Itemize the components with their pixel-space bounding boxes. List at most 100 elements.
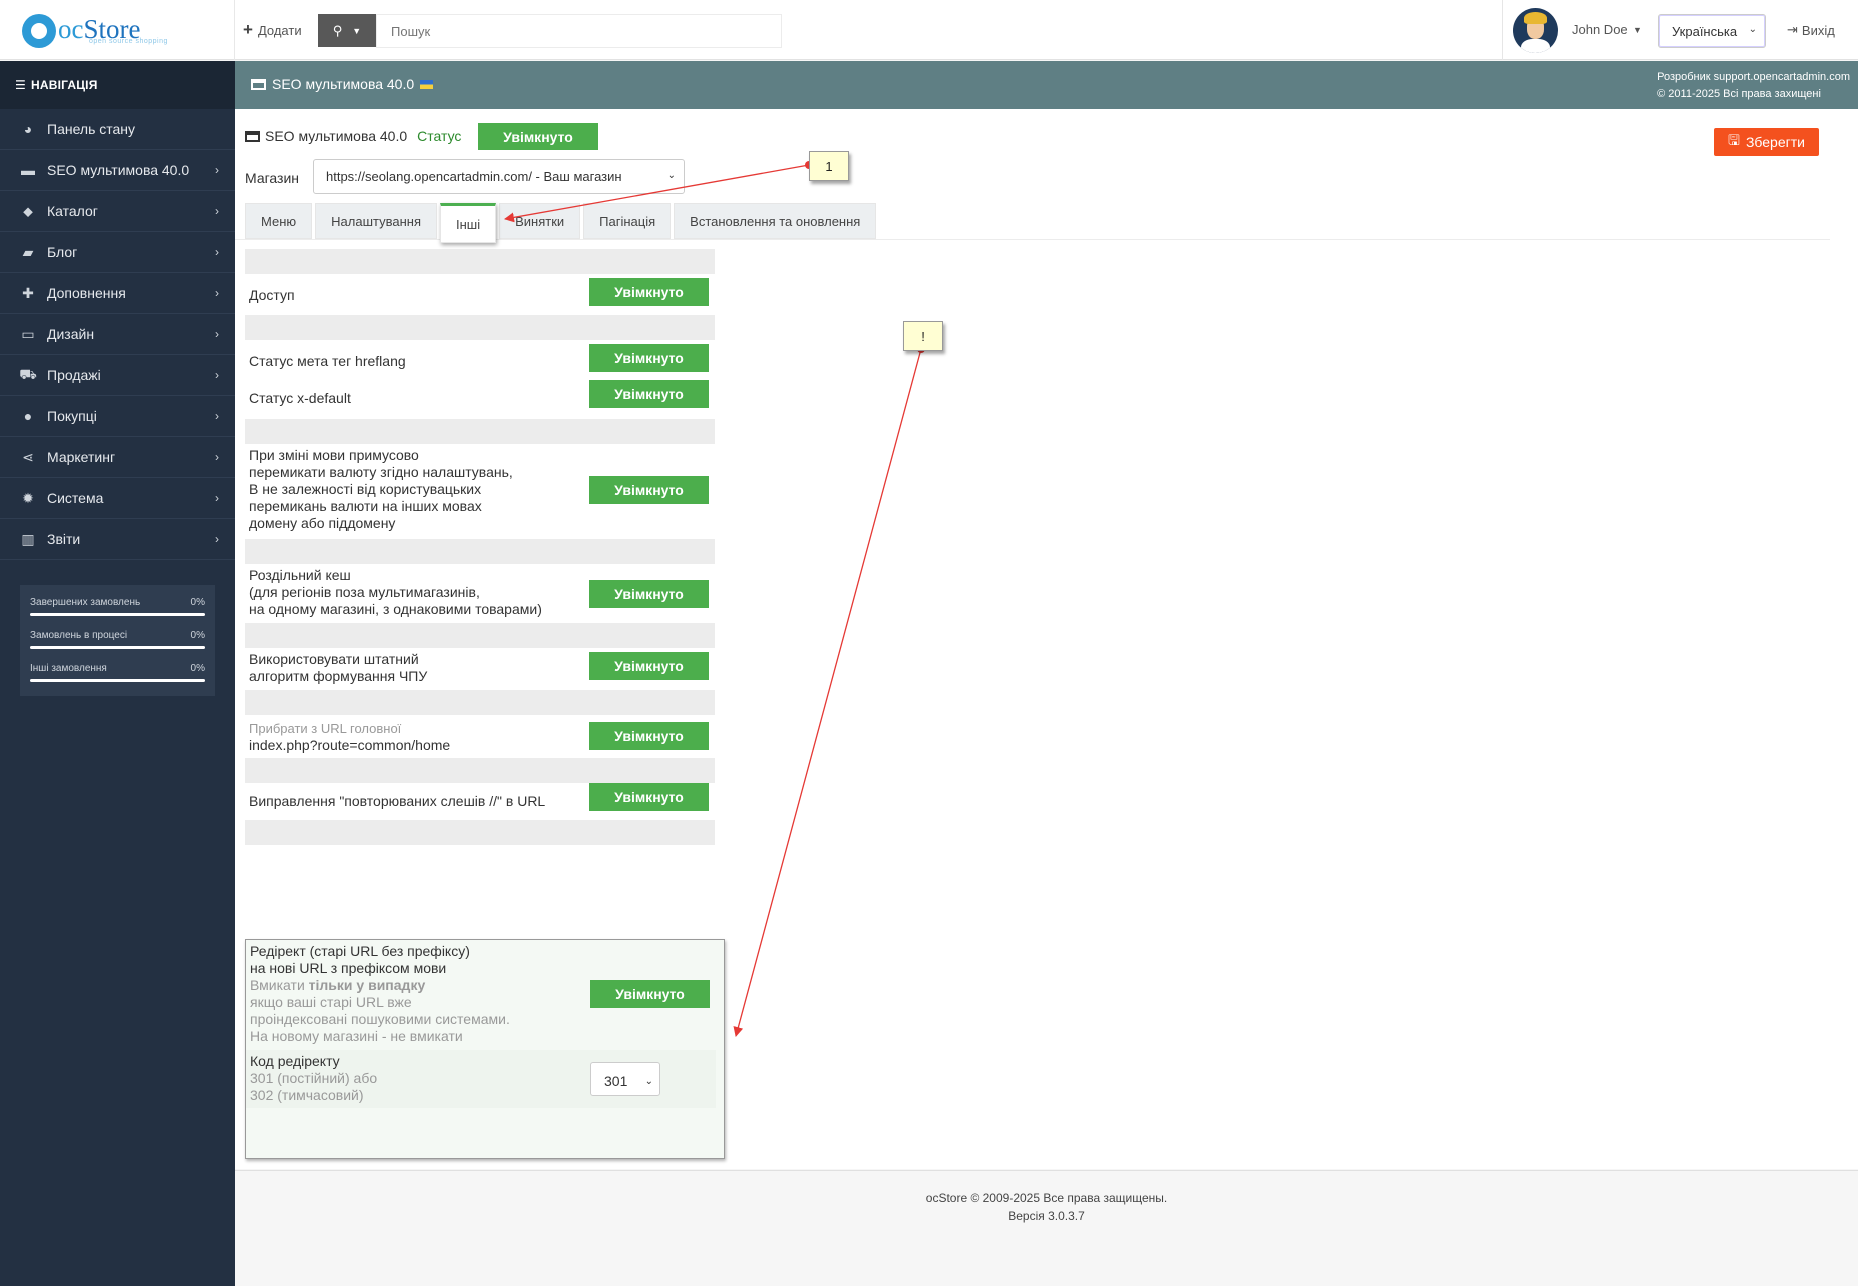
setting-label: домену або піддомену <box>249 515 396 531</box>
nav-header[interactable]: ☰ НАВІГАЦІЯ <box>0 61 235 109</box>
save-label: Зберегти <box>1745 134 1805 150</box>
logo[interactable]: ocStore open source shopping <box>0 0 235 60</box>
redirect-code-select[interactable]: 301 ⌄ <box>590 1062 660 1096</box>
seo-url-toggle[interactable]: Увімкнуто <box>589 652 709 680</box>
tab-other[interactable]: Інші <box>440 203 497 243</box>
home-route-toggle[interactable]: Увімкнуто <box>589 722 709 750</box>
sidebar-item-4[interactable]: ✚ Доповнення › <box>0 273 235 314</box>
add-button-label: Додати <box>257 22 302 38</box>
progress-bar <box>30 613 205 616</box>
setting-cache: Роздільний кеш (для регіонів поза мульти… <box>245 564 715 623</box>
chevron-right-icon: › <box>215 204 219 218</box>
sidebar-item-label: Маркетинг <box>47 449 116 465</box>
sidebar-item-label: Панель стану <box>47 121 136 137</box>
chevron-right-icon: › <box>215 409 219 423</box>
setting-label: перемикань валюти на інших мовах <box>249 498 482 514</box>
tab-install[interactable]: Встановлення та оновлення <box>674 203 877 239</box>
setting-xdefault: Статус x-default Увімкнуто <box>245 379 715 419</box>
sidebar-item-2[interactable]: ⬥ Каталог › <box>0 191 235 232</box>
cache-toggle[interactable]: Увімкнуто <box>589 580 709 608</box>
module-status-toggle[interactable]: Увімкнуто <box>478 123 598 150</box>
footer-version: Версія 3.0.3.7 <box>1008 1209 1085 1223</box>
language-select[interactable]: Українська ⌄ <box>1658 14 1766 48</box>
caret-down-icon: ▼ <box>352 25 362 36</box>
chevron-right-icon: › <box>215 245 219 259</box>
store-select[interactable]: https://seolang.opencartadmin.com/ - Ваш… <box>313 159 685 194</box>
xdefault-toggle[interactable]: Увімкнуто <box>589 380 709 408</box>
search-filter-button[interactable]: ⚲ ▼ <box>318 14 376 47</box>
sidebar-item-9[interactable]: ✹ Система › <box>0 478 235 519</box>
stat-label: Замовлень в процесі <box>30 630 128 641</box>
row-separator <box>245 758 715 783</box>
tab-menu[interactable]: Меню <box>245 203 313 239</box>
setting-label: Використовувати штатний <box>249 651 419 667</box>
dashboard-icon: ◕ <box>23 121 33 137</box>
copyright: © 2011-2025 Всі права захищені <box>1657 88 1821 100</box>
chevron-right-icon: › <box>215 286 219 300</box>
access-toggle[interactable]: Увімкнуто <box>589 278 709 306</box>
setting-label: Доступ <box>249 287 295 303</box>
setting-label: index.php?route=common/home <box>249 737 451 753</box>
sidebar-item-0[interactable]: ◕ Панель стану <box>0 109 235 150</box>
sidebar-item-label: Покупці <box>47 408 97 424</box>
sidebar: ☰ НАВІГАЦІЯ ◕ Панель стану ▬ SEO мультимова… <box>0 61 235 1286</box>
sidebar-item-label: Звіти <box>47 531 81 547</box>
setting-label: (для регіонів поза мультимагазинів, <box>249 584 480 600</box>
user-name[interactable]: John Doe <box>1572 22 1628 37</box>
setting-currency: При зміні мови примусово перемикати валю… <box>245 444 715 539</box>
sidebar-item-5[interactable]: ▭ Дизайн › <box>0 314 235 355</box>
order-stat: Інші замовлення 0% <box>30 657 205 690</box>
setting-label: Прибрати з URL головної <box>249 721 402 736</box>
chevron-right-icon: › <box>215 327 219 341</box>
tab-exceptions[interactable]: Винятки <box>499 203 581 239</box>
add-button[interactable]: + Додати <box>243 20 302 40</box>
order-stat: Замовлень в процесі 0% <box>30 624 205 657</box>
caret-down-icon[interactable]: ▼ <box>1633 25 1642 35</box>
tab-pagination[interactable]: Пагінація <box>583 203 672 239</box>
sidebar-item-label: Продажі <box>47 367 101 383</box>
sidebar-item-3[interactable]: ▰ Блог › <box>0 232 235 273</box>
redirect-toggle[interactable]: Увімкнуто <box>590 980 710 1008</box>
setting-label: алгоритм формування ЧПУ <box>249 668 428 684</box>
developer-credit[interactable]: Розробник support.opencartadmin.com <box>1657 69 1850 86</box>
sign-out-icon: ⇥ <box>1787 22 1798 37</box>
tab-settings[interactable]: Налаштування <box>315 203 437 239</box>
sidebar-item-8[interactable]: ⋖ Маркетинг › <box>0 437 235 478</box>
setting-label: Код редіректу <box>250 1053 340 1069</box>
setting-redirect-code: Код редіректу 301 (постійний) або 302 (т… <box>246 1050 716 1108</box>
chevron-right-icon: › <box>215 368 219 382</box>
chevron-down-icon: ⌄ <box>644 1076 653 1087</box>
setting-hint: На новому магазині - не вмикати <box>250 1028 463 1044</box>
card-icon <box>251 78 266 90</box>
setting-redirect: Редірект (старі URL без префіксу) на нов… <box>246 940 716 1050</box>
setting-hint: проіндексовані пошуковими системами. <box>250 1011 510 1027</box>
sidebar-item-6[interactable]: ⛟ Продажі › <box>0 355 235 396</box>
share-icon: ⋖ <box>22 448 34 465</box>
search-input[interactable] <box>376 14 782 48</box>
setting-access: Доступ Увімкнуто <box>245 274 715 315</box>
avatar[interactable] <box>1513 8 1558 53</box>
sidebar-item-7[interactable]: ● Покупці › <box>0 396 235 437</box>
chevron-right-icon: › <box>215 491 219 505</box>
sidebar-item-label: Блог <box>47 244 78 260</box>
sidebar-item-1[interactable]: ▬ SEO мультимова 40.0 › <box>0 150 235 191</box>
monitor-icon: ▭ <box>21 325 35 342</box>
currency-toggle[interactable]: Увімкнуто <box>589 476 709 504</box>
gear-icon: ✹ <box>22 489 34 506</box>
setting-label: перемикати валюту згідно налаштувань, <box>249 464 513 480</box>
sidebar-item-label: Система <box>47 490 104 506</box>
double-slash-toggle[interactable]: Увімкнуто <box>589 783 709 811</box>
hreflang-toggle[interactable]: Увімкнуто <box>589 344 709 372</box>
chevron-right-icon: › <box>215 163 219 177</box>
row-separator <box>245 249 715 274</box>
status-label: Статус <box>417 128 462 144</box>
row-separator <box>245 419 715 444</box>
logout-link[interactable]: ⇥ Вихід <box>1787 22 1835 38</box>
ukraine-flag-icon <box>420 79 434 89</box>
sidebar-item-10[interactable]: ▥ Звіти › <box>0 519 235 560</box>
setting-label: Редірект (старі URL без префіксу) <box>250 943 470 959</box>
annotation-note-2: ! <box>903 321 943 351</box>
annotation-note-1: 1 <box>809 151 849 181</box>
save-button[interactable]: 🖫 Зберегти <box>1714 128 1819 156</box>
order-stat: Завершених замовлень 0% <box>30 591 205 624</box>
